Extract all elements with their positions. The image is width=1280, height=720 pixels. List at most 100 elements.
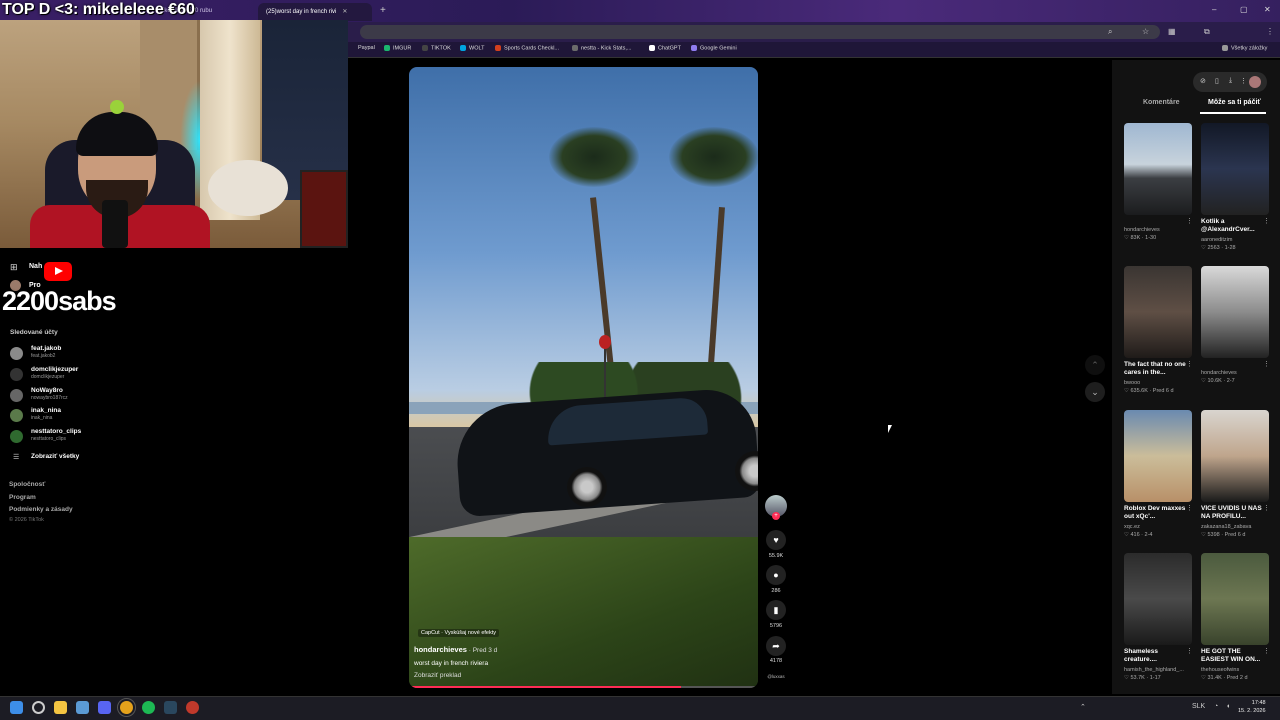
- footer-link-program[interactable]: Program: [9, 494, 36, 501]
- video-thumbnail[interactable]: [1201, 553, 1269, 645]
- kick-stats-icon: [572, 45, 578, 51]
- card-author[interactable]: hamish_the_highland_...: [1124, 667, 1184, 673]
- translate-link[interactable]: Zobraziť preklad: [414, 672, 461, 679]
- footer-link-terms[interactable]: Podmienky a zásady: [9, 506, 73, 513]
- video-author-line[interactable]: hondarchieves · Pred 3 d: [414, 645, 497, 654]
- bookmark-paypal[interactable]: Paypal: [358, 45, 375, 51]
- language-indicator[interactable]: SLK: [1192, 703, 1205, 710]
- video-author[interactable]: hondarchieves: [414, 645, 467, 654]
- app-icon[interactable]: [76, 701, 89, 714]
- video-thumbnail[interactable]: [1201, 266, 1269, 358]
- more-options-icon[interactable]: ⋮: [1186, 217, 1193, 225]
- capcut-tag[interactable]: CapCut · Vyskúšaj nové efekty: [418, 629, 499, 637]
- video-thumbnail[interactable]: [1201, 410, 1269, 502]
- more-options-icon[interactable]: ⋮: [1186, 647, 1193, 655]
- video-thumbnail[interactable]: [1124, 410, 1192, 502]
- extension-icon[interactable]: ▦: [1168, 27, 1176, 36]
- plus-square-icon[interactable]: ⊞: [10, 262, 18, 273]
- discord-icon[interactable]: [98, 701, 111, 714]
- maximize-button[interactable]: ▢: [1240, 5, 1248, 14]
- tab-comments[interactable]: Komentáre: [1143, 99, 1180, 106]
- close-tab-icon[interactable]: ✕: [342, 9, 347, 15]
- chevron-up-icon[interactable]: ⌃: [1080, 703, 1086, 711]
- card-author[interactable]: zakazana18_zabava: [1201, 524, 1251, 530]
- tab-recommended[interactable]: Môže sa ti páčiť: [1208, 99, 1261, 106]
- all-bookmarks[interactable]: Všetky záložky: [1222, 45, 1267, 51]
- user-avatar[interactable]: [1249, 76, 1261, 88]
- comment-icon[interactable]: ●: [766, 565, 786, 585]
- share-icon[interactable]: ➦: [766, 636, 786, 656]
- extensions-puzzle-icon[interactable]: ⧉: [1204, 27, 1210, 37]
- sidebar-item-upload[interactable]: Nah: [29, 263, 42, 270]
- video-player[interactable]: [409, 67, 758, 688]
- bookmark-chatgpt[interactable]: ChatGPT: [649, 45, 681, 51]
- followed-account[interactable]: NoWay8ro nowaybro187rcz: [10, 386, 130, 404]
- music-tag[interactable]: @luxxas: [765, 674, 787, 679]
- followed-account[interactable]: feat.jakob feat.jakob2: [10, 344, 130, 362]
- bookmark-label: Sports Cards Checkl...: [504, 45, 560, 52]
- bookmark-gemini[interactable]: Google Gemini: [691, 45, 737, 51]
- tab-2-active[interactable]: (25)worst day in french rivi ✕: [258, 3, 372, 21]
- card-title[interactable]: The fact that no one cares in the...: [1124, 361, 1188, 378]
- menu-dots-icon[interactable]: ⋮: [1266, 27, 1274, 36]
- minimize-button[interactable]: –: [1212, 5, 1216, 14]
- bookmark-tiktok[interactable]: TIKTOK: [422, 45, 451, 51]
- bookmark-kick-stats[interactable]: nestta - Kick Stats,...: [572, 45, 631, 51]
- video-thumbnail[interactable]: [1201, 123, 1269, 215]
- more-options-icon[interactable]: ⋮: [1263, 504, 1270, 512]
- video-thumbnail[interactable]: [1124, 553, 1192, 645]
- card-title[interactable]: HE GOT THE EASIEST WIN ON...: [1201, 648, 1265, 665]
- more-options-icon[interactable]: ⋮: [1263, 647, 1270, 655]
- card-author[interactable]: bwooo: [1124, 380, 1140, 386]
- star-icon[interactable]: ☆: [1142, 27, 1149, 36]
- steam-icon[interactable]: [164, 701, 177, 714]
- more-options-icon[interactable]: ⋮: [1186, 504, 1193, 512]
- card-title[interactable]: Shameless creature....: [1124, 648, 1188, 665]
- search-icon[interactable]: [32, 701, 45, 714]
- chevron-up-icon[interactable]: ⌃: [1085, 355, 1105, 375]
- clock[interactable]: 17:48 15. 2. 2026: [1238, 699, 1266, 715]
- volume-icon[interactable]: ◖: [1226, 703, 1230, 710]
- obs-icon[interactable]: [186, 701, 199, 714]
- more-options-icon[interactable]: ⋮: [1263, 360, 1270, 368]
- spotify-icon[interactable]: [142, 701, 155, 714]
- card-title[interactable]: Roblox Dev maxxes out xQc'...: [1124, 505, 1188, 522]
- settings-icon[interactable]: ⊘: [1200, 77, 1206, 85]
- followed-account[interactable]: nesttatoro_clips nesttatoro_clips: [10, 427, 130, 445]
- footer-link-company[interactable]: Spoločnosť: [9, 481, 45, 488]
- followed-account[interactable]: domclikjezuper domclikjezuper: [10, 365, 130, 383]
- card-author[interactable]: aaroneditzim: [1201, 237, 1233, 243]
- video-thumbnail[interactable]: [1124, 123, 1192, 215]
- follow-plus-icon[interactable]: +: [772, 512, 780, 520]
- bookmark-imgur[interactable]: IMGUR: [384, 45, 411, 51]
- show-all-accounts-link[interactable]: Zobraziť všetky: [31, 453, 79, 460]
- card-author[interactable]: hondarchieves: [1124, 227, 1160, 233]
- mobile-icon[interactable]: ▯: [1215, 77, 1219, 85]
- close-window-button[interactable]: ✕: [1264, 5, 1271, 14]
- url-field[interactable]: [360, 25, 1160, 39]
- menu-dots-icon[interactable]: ⋮: [1240, 77, 1247, 85]
- chrome-icon[interactable]: [117, 698, 136, 717]
- start-icon[interactable]: [10, 701, 23, 714]
- card-title[interactable]: VÍCE UVIDÍŠ U NÁS NA PROFILU...: [1201, 505, 1265, 522]
- card-stats: ♡ 416 · 2-4: [1124, 532, 1153, 538]
- search-icon[interactable]: ⌕: [1108, 27, 1112, 37]
- video-thumbnail[interactable]: [1124, 266, 1192, 358]
- bookmark-sports-cards[interactable]: Sports Cards Checkl...: [495, 45, 559, 51]
- download-icon[interactable]: ⤓: [1229, 77, 1232, 85]
- explorer-icon[interactable]: [54, 701, 67, 714]
- card-author[interactable]: hondarchieves: [1201, 370, 1237, 376]
- bookmark-wolt[interactable]: WOLT: [460, 45, 484, 51]
- wifi-icon[interactable]: ◔: [1214, 703, 1218, 710]
- chevron-down-icon[interactable]: ⌄: [1085, 382, 1105, 402]
- card-title[interactable]: Kotlik a @AlexandrCver...: [1201, 218, 1265, 235]
- more-options-icon[interactable]: ⋮: [1263, 217, 1270, 225]
- card-author[interactable]: xqc.ez: [1124, 524, 1140, 530]
- heart-icon[interactable]: ♥: [766, 530, 786, 550]
- bookmark-label: Google Gemini: [700, 45, 737, 52]
- card-author[interactable]: thehouseofwins: [1201, 667, 1239, 673]
- more-options-icon[interactable]: ⋮: [1186, 360, 1193, 368]
- followed-account[interactable]: inak_nina inak_nina: [10, 406, 130, 424]
- bookmark-icon[interactable]: ▮: [766, 600, 786, 620]
- new-tab-button[interactable]: +: [380, 5, 386, 16]
